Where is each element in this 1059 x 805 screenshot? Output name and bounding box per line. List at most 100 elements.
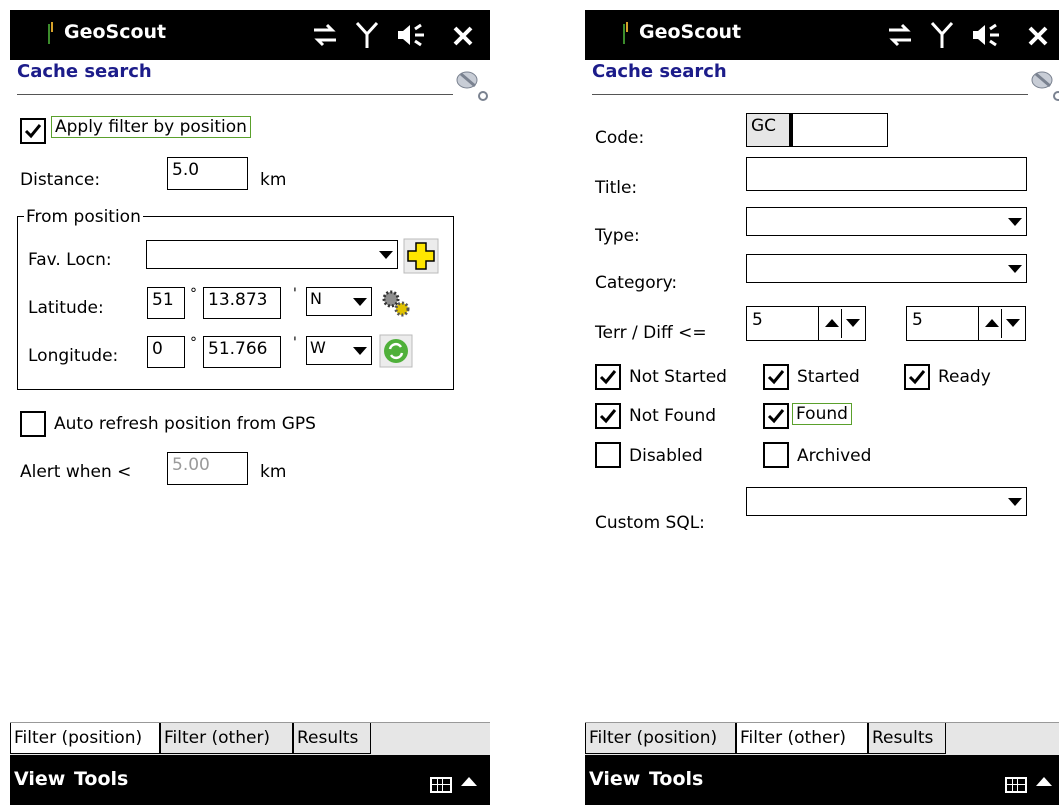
found-label[interactable]: Found bbox=[792, 403, 852, 425]
difficulty-stepper[interactable]: 5 bbox=[906, 306, 1026, 341]
tab-results[interactable]: Results bbox=[293, 723, 371, 754]
app-name: GeoScout bbox=[64, 21, 167, 43]
add-location-icon[interactable] bbox=[403, 238, 439, 274]
latitude-degrees-input[interactable]: 51 bbox=[147, 287, 185, 319]
degree-symbol: ° bbox=[190, 335, 197, 351]
disabled-checkbox[interactable] bbox=[595, 442, 621, 468]
alert-label: Alert when < bbox=[20, 462, 132, 482]
alert-unit: km bbox=[260, 462, 287, 482]
archived-checkbox[interactable] bbox=[763, 442, 789, 468]
started-label[interactable]: Started bbox=[797, 367, 860, 387]
tools-menu[interactable]: Tools bbox=[74, 768, 128, 790]
auto-refresh-label[interactable]: Auto refresh position from GPS bbox=[54, 414, 316, 434]
tab-filter-position[interactable]: Filter (position) bbox=[585, 723, 736, 754]
increment-icon[interactable] bbox=[985, 319, 999, 327]
distance-unit: km bbox=[260, 170, 287, 190]
distance-input[interactable]: 5.0 bbox=[167, 157, 248, 190]
terrain-stepper-buttons bbox=[818, 307, 865, 340]
app-name: GeoScout bbox=[639, 21, 742, 43]
page-title: Cache search bbox=[17, 61, 152, 82]
sync-icon[interactable] bbox=[885, 20, 915, 50]
apply-filter-checkbox[interactable] bbox=[20, 118, 46, 144]
longitude-label: Longitude: bbox=[28, 346, 119, 366]
divider bbox=[1001, 309, 1002, 338]
custom-sql-label: Custom SQL: bbox=[595, 513, 705, 533]
found-checkbox[interactable] bbox=[763, 403, 789, 429]
refresh-icon[interactable] bbox=[379, 334, 413, 368]
page-title: Cache search bbox=[592, 61, 727, 82]
difficulty-stepper-buttons bbox=[978, 307, 1025, 340]
speaker-icon[interactable] bbox=[970, 20, 1004, 50]
signal-icon bbox=[48, 22, 53, 44]
view-menu[interactable]: View bbox=[589, 768, 640, 790]
antenna-icon[interactable] bbox=[355, 20, 379, 50]
chevron-up-icon[interactable] bbox=[1036, 777, 1052, 786]
decrement-icon[interactable] bbox=[1006, 319, 1020, 327]
not-started-checkbox[interactable] bbox=[595, 364, 621, 390]
custom-sql-select[interactable] bbox=[746, 487, 1027, 516]
sync-icon[interactable] bbox=[310, 20, 340, 50]
terrain-value: 5 bbox=[752, 310, 763, 330]
tab-results[interactable]: Results bbox=[868, 723, 946, 754]
latitude-hemisphere-select[interactable]: N bbox=[306, 287, 372, 316]
left-screen: GeoScout Cache search Apply filter by po… bbox=[10, 10, 490, 805]
degree-symbol: ° bbox=[190, 286, 197, 302]
satellite-icon[interactable] bbox=[453, 66, 489, 102]
disabled-label[interactable]: Disabled bbox=[629, 446, 703, 466]
not-found-checkbox[interactable] bbox=[595, 403, 621, 429]
view-menu[interactable]: View bbox=[14, 768, 65, 790]
longitude-degrees-input[interactable]: 0 bbox=[147, 336, 185, 368]
latitude-label: Latitude: bbox=[28, 298, 104, 318]
menu-bar: View Tools bbox=[585, 755, 1059, 805]
terrain-stepper[interactable]: 5 bbox=[746, 306, 866, 341]
chevron-down-icon bbox=[1008, 217, 1022, 226]
antenna-icon[interactable] bbox=[930, 20, 954, 50]
tab-filter-other[interactable]: Filter (other) bbox=[160, 723, 293, 754]
apply-filter-label[interactable]: Apply filter by position bbox=[51, 116, 251, 138]
close-icon[interactable] bbox=[1025, 20, 1051, 50]
started-checkbox[interactable] bbox=[763, 364, 789, 390]
longitude-hemisphere-select[interactable]: W bbox=[306, 336, 372, 365]
divider bbox=[592, 94, 1028, 95]
tab-filter-other[interactable]: Filter (other) bbox=[736, 723, 868, 754]
fav-locn-label: Fav. Locn: bbox=[28, 250, 112, 270]
speaker-icon[interactable] bbox=[395, 20, 429, 50]
difficulty-value: 5 bbox=[912, 310, 923, 330]
tools-menu[interactable]: Tools bbox=[649, 768, 703, 790]
chevron-down-icon bbox=[379, 250, 393, 259]
menu-bar: View Tools bbox=[10, 755, 490, 805]
increment-icon[interactable] bbox=[825, 319, 839, 327]
fav-locn-select[interactable] bbox=[146, 240, 398, 269]
latitude-minutes-input[interactable]: 13.873 bbox=[203, 287, 281, 319]
gears-icon[interactable] bbox=[379, 286, 413, 320]
keyboard-icon[interactable] bbox=[1005, 777, 1027, 793]
from-position-title: From position bbox=[24, 207, 143, 227]
tab-filter-position[interactable]: Filter (position) bbox=[10, 723, 160, 754]
auto-refresh-checkbox[interactable] bbox=[20, 411, 46, 437]
chevron-down-icon bbox=[1008, 497, 1022, 506]
category-select[interactable] bbox=[746, 254, 1027, 283]
title-input[interactable] bbox=[746, 157, 1027, 191]
longitude-hemisphere-value: W bbox=[310, 338, 326, 357]
satellite-icon[interactable] bbox=[1028, 66, 1059, 102]
code-prefix: GC bbox=[746, 113, 792, 147]
not-found-label[interactable]: Not Found bbox=[629, 406, 716, 426]
keyboard-icon[interactable] bbox=[430, 777, 452, 793]
terr-diff-label: Terr / Diff <= bbox=[595, 323, 707, 343]
archived-label[interactable]: Archived bbox=[797, 446, 871, 466]
longitude-minutes-input[interactable]: 51.766 bbox=[203, 336, 281, 368]
close-icon[interactable] bbox=[450, 20, 476, 50]
code-input[interactable] bbox=[792, 113, 888, 147]
not-started-label[interactable]: Not Started bbox=[629, 367, 727, 387]
chevron-down-icon bbox=[353, 297, 367, 306]
divider bbox=[17, 94, 453, 95]
chevron-up-icon[interactable] bbox=[461, 777, 477, 786]
minute-symbol: ' bbox=[293, 335, 297, 351]
type-select[interactable] bbox=[746, 207, 1027, 236]
type-label: Type: bbox=[595, 226, 640, 246]
decrement-icon[interactable] bbox=[846, 319, 860, 327]
alert-distance-input[interactable]: 5.00 bbox=[167, 452, 248, 485]
ready-label[interactable]: Ready bbox=[938, 367, 991, 387]
ready-checkbox[interactable] bbox=[904, 364, 930, 390]
chevron-down-icon bbox=[1008, 264, 1022, 273]
